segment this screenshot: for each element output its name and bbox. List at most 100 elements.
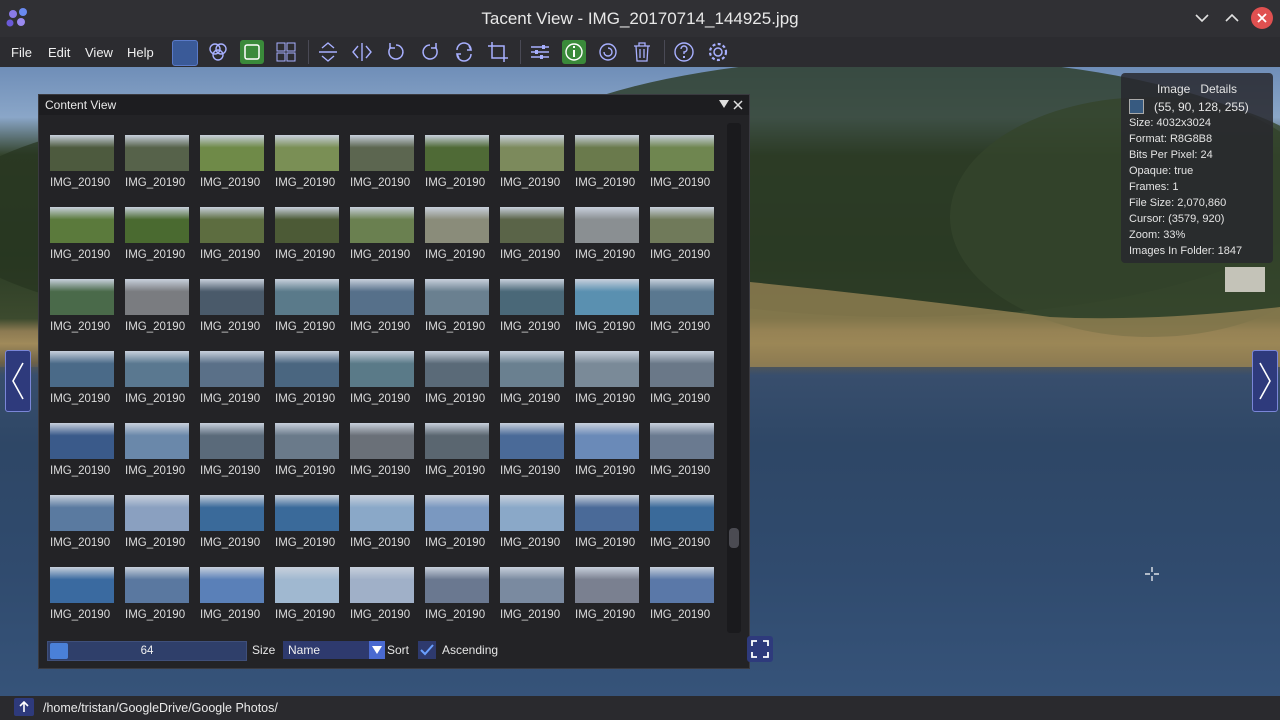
thumbnail-item[interactable]: IMG_20190 <box>425 279 489 333</box>
thumbnail-item[interactable]: IMG_20190 <box>650 567 714 621</box>
thumbnail-image <box>650 567 714 603</box>
thumbnail-item[interactable]: IMG_20190 <box>200 423 264 477</box>
thumbnail-item[interactable]: IMG_20190 <box>275 351 339 405</box>
thumbnail-item[interactable]: IMG_20190 <box>350 567 414 621</box>
thumbnail-item[interactable]: IMG_20190 <box>125 495 189 549</box>
dropdown-arrow-icon[interactable] <box>369 641 385 659</box>
thumbnail-item[interactable]: IMG_20190 <box>650 423 714 477</box>
thumbnail-item[interactable]: IMG_20190 <box>350 495 414 549</box>
thumbnail-item[interactable]: IMG_20190 <box>125 207 189 261</box>
thumbnail-item[interactable]: IMG_20190 <box>200 207 264 261</box>
info-button[interactable] <box>562 40 586 64</box>
thumbnail-item[interactable]: IMG_20190 <box>350 351 414 405</box>
thumbnail-item[interactable]: IMG_20190 <box>50 495 114 549</box>
next-image-button[interactable] <box>1252 350 1278 412</box>
thumbnail-item[interactable]: IMG_20190 <box>500 207 564 261</box>
menu-file[interactable]: File <box>11 45 32 60</box>
thumbnail-item[interactable]: IMG_20190 <box>425 351 489 405</box>
fullscreen-button[interactable] <box>747 636 773 662</box>
thumbnail-item[interactable]: IMG_20190 <box>125 279 189 333</box>
adjust-button[interactable] <box>528 40 552 64</box>
thumbnail-item[interactable]: IMG_20190 <box>575 279 639 333</box>
thumbnail-item[interactable]: IMG_20190 <box>425 495 489 549</box>
thumbnail-item[interactable]: IMG_20190 <box>500 279 564 333</box>
background-color-button[interactable] <box>172 40 198 66</box>
rotate-cw-button[interactable] <box>418 40 442 64</box>
thumbnail-item[interactable]: IMG_20190 <box>650 495 714 549</box>
thumbnail-item[interactable]: IMG_20190 <box>425 423 489 477</box>
delete-button[interactable] <box>630 40 654 64</box>
reload-button[interactable] <box>596 40 620 64</box>
thumbnail-item[interactable]: IMG_20190 <box>500 351 564 405</box>
thumbnail-item[interactable]: IMG_20190 <box>575 423 639 477</box>
settings-button[interactable] <box>706 40 730 64</box>
thumbnail-item[interactable]: IMG_20190 <box>200 279 264 333</box>
scrollbar-thumb[interactable] <box>729 528 739 548</box>
thumbnail-item[interactable]: IMG_20190 <box>650 207 714 261</box>
parent-folder-button[interactable] <box>14 698 34 716</box>
refresh-button[interactable] <box>452 40 476 64</box>
crop-button[interactable] <box>486 40 510 64</box>
previous-image-button[interactable] <box>5 350 31 412</box>
thumbnail-item[interactable]: IMG_20190 <box>200 567 264 621</box>
thumbnail-item[interactable]: IMG_20190 <box>575 495 639 549</box>
thumbnail-item[interactable]: IMG_20190 <box>425 207 489 261</box>
thumbnail-item[interactable]: IMG_20190 <box>200 135 264 189</box>
thumbnail-item[interactable]: IMG_20190 <box>500 495 564 549</box>
menu-edit[interactable]: Edit <box>48 45 70 60</box>
thumbnail-item[interactable]: IMG_20190 <box>125 135 189 189</box>
close-icon[interactable] <box>733 100 743 110</box>
thumbnail-item[interactable]: IMG_20190 <box>200 351 264 405</box>
menu-help[interactable]: Help <box>127 45 154 60</box>
thumbnail-item[interactable]: IMG_20190 <box>125 351 189 405</box>
thumbnail-item[interactable]: IMG_20190 <box>50 351 114 405</box>
thumbnail-item[interactable]: IMG_20190 <box>350 135 414 189</box>
thumbnail-item[interactable]: IMG_20190 <box>350 207 414 261</box>
thumbnail-item[interactable]: IMG_20190 <box>125 423 189 477</box>
thumbnail-item[interactable]: IMG_20190 <box>275 135 339 189</box>
thumbnail-item[interactable]: IMG_20190 <box>575 351 639 405</box>
thumbnail-item[interactable]: IMG_20190 <box>650 279 714 333</box>
thumbnail-item[interactable]: IMG_20190 <box>575 567 639 621</box>
collapse-icon[interactable] <box>719 100 729 109</box>
thumbnail-item[interactable]: IMG_20190 <box>275 207 339 261</box>
sort-dropdown[interactable]: Name <box>283 641 385 659</box>
thumbnail-item[interactable]: IMG_20190 <box>50 135 114 189</box>
content-view-titlebar[interactable]: Content View <box>39 95 749 115</box>
flip-horizontal-button[interactable] <box>350 40 374 64</box>
thumbnail-item[interactable]: IMG_20190 <box>425 567 489 621</box>
thumbnail-item[interactable]: IMG_20190 <box>200 495 264 549</box>
thumbnail-item[interactable]: IMG_20190 <box>650 135 714 189</box>
tile-button[interactable] <box>240 40 264 64</box>
flip-vertical-button[interactable] <box>316 40 340 64</box>
thumbnail-item[interactable]: IMG_20190 <box>275 279 339 333</box>
thumbnail-size-slider[interactable]: 64 <box>47 641 247 661</box>
thumbnail-scrollbar[interactable] <box>727 123 741 633</box>
thumbnail-item[interactable]: IMG_20190 <box>575 207 639 261</box>
thumbnail-item[interactable]: IMG_20190 <box>125 567 189 621</box>
thumbnail-item[interactable]: IMG_20190 <box>575 135 639 189</box>
thumbnail-item[interactable]: IMG_20190 <box>50 279 114 333</box>
thumbnail-item[interactable]: IMG_20190 <box>50 567 114 621</box>
ascending-checkbox[interactable] <box>418 641 436 659</box>
close-button[interactable] <box>1251 7 1273 29</box>
thumbnail-item[interactable]: IMG_20190 <box>650 351 714 405</box>
help-button[interactable] <box>672 40 696 64</box>
thumbnail-item[interactable]: IMG_20190 <box>350 279 414 333</box>
minimize-button[interactable] <box>1191 7 1213 29</box>
thumbnail-item[interactable]: IMG_20190 <box>500 423 564 477</box>
thumbnail-item[interactable]: IMG_20190 <box>275 567 339 621</box>
channels-button[interactable] <box>206 40 230 64</box>
thumbnail-item[interactable]: IMG_20190 <box>50 207 114 261</box>
thumbnail-item[interactable]: IMG_20190 <box>500 135 564 189</box>
thumbnail-item[interactable]: IMG_20190 <box>425 135 489 189</box>
thumbnail-item[interactable]: IMG_20190 <box>500 567 564 621</box>
thumbnail-item[interactable]: IMG_20190 <box>275 495 339 549</box>
thumbnail-item[interactable]: IMG_20190 <box>50 423 114 477</box>
maximize-button[interactable] <box>1221 7 1243 29</box>
rotate-ccw-button[interactable] <box>384 40 408 64</box>
thumbnail-item[interactable]: IMG_20190 <box>275 423 339 477</box>
thumbnail-item[interactable]: IMG_20190 <box>350 423 414 477</box>
menu-view[interactable]: View <box>85 45 113 60</box>
grid-button[interactable] <box>274 40 298 64</box>
